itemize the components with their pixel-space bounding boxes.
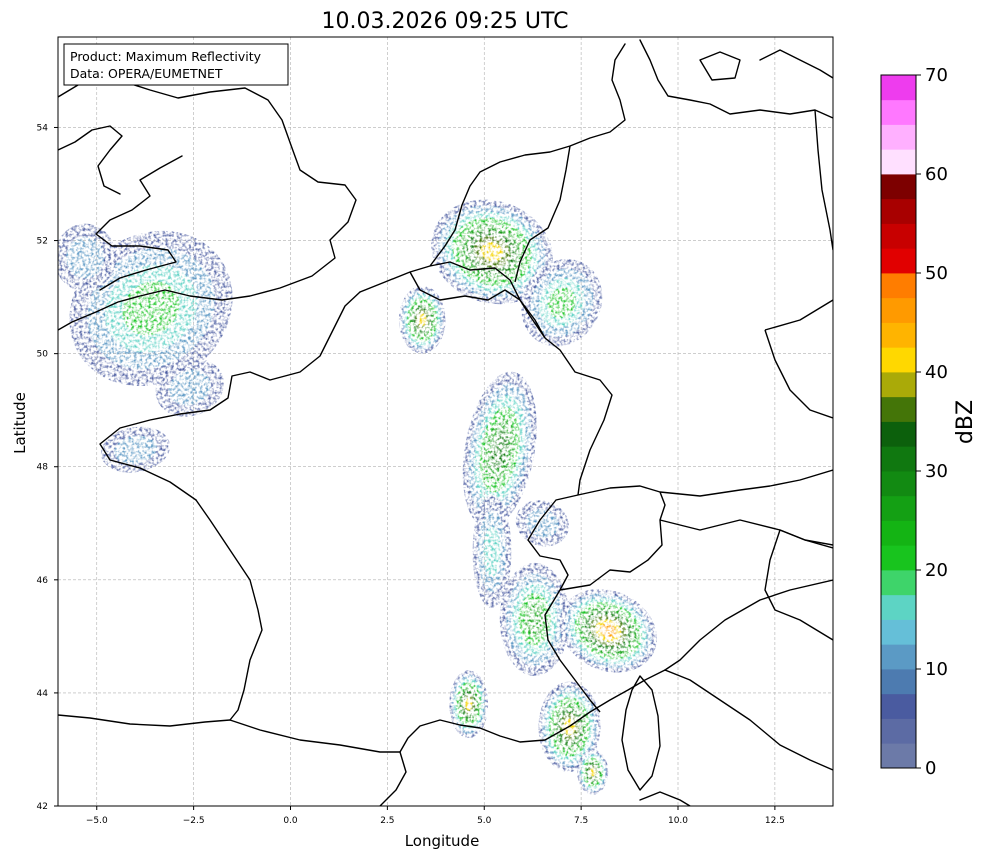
colorbar-segment-15 xyxy=(881,372,916,398)
precip-region-corsica-west xyxy=(577,749,609,795)
x-tick-label-5: 7.5 xyxy=(574,816,588,826)
y-tick-label-5: 52 xyxy=(37,237,48,247)
colorbar-segment-18 xyxy=(881,297,916,323)
x-tick-label-3: 2.5 xyxy=(380,816,394,826)
y-tick-label-3: 48 xyxy=(37,463,49,473)
x-axis-ticks: −5.0 −2.5 0.0 2.5 5.0 7.5 10.0 12.5 xyxy=(86,806,785,826)
colorbar-segment-19 xyxy=(881,273,916,299)
colorbar-label: dBZ xyxy=(953,400,978,444)
map-plot-area: −5.0 −2.5 0.0 2.5 5.0 7.5 10.0 12.5 42 44 46 48 50 5… xyxy=(37,36,834,826)
x-tick-label-7: 12.5 xyxy=(765,816,785,826)
colorbar-segment-7 xyxy=(881,570,916,596)
colorbar-tick-label-1: 10 xyxy=(925,659,948,680)
colorbar-segment-25 xyxy=(881,124,916,150)
y-tick-label-0: 42 xyxy=(37,802,48,812)
y-tick-label-4: 50 xyxy=(37,350,49,360)
x-tick-label-1: −2.5 xyxy=(183,816,205,826)
colorbar-segment-8 xyxy=(881,545,916,571)
colorbar-segment-20 xyxy=(881,248,916,274)
radar-figure: 10.03.2026 09:25 UTC −5.0 −2.5 0.0 2.5 5… xyxy=(0,0,985,860)
x-tick-label-6: 10.0 xyxy=(668,816,688,826)
colorbar-segment-17 xyxy=(881,322,916,348)
precip-contour-alps-lyon-25 xyxy=(524,603,545,636)
colorbar-segment-4 xyxy=(881,644,916,670)
x-axis-label: Longitude xyxy=(405,832,480,850)
colorbar-segment-3 xyxy=(881,669,916,695)
precip-region-lille xyxy=(398,285,446,354)
precip-region-cevennes xyxy=(449,670,489,739)
colorbar-segment-27 xyxy=(881,75,916,101)
colorbar-segment-21 xyxy=(881,223,916,249)
colorbar-segment-23 xyxy=(881,174,916,200)
colorbar-segment-14 xyxy=(881,396,916,422)
y-axis-label: Latitude xyxy=(11,392,29,454)
x-tick-label-2: 0.0 xyxy=(283,816,298,826)
colorbar-segment-5 xyxy=(881,619,916,645)
colorbar-tick-label-2: 20 xyxy=(925,560,948,581)
figure-title: 10.03.2026 09:25 UTC xyxy=(322,9,569,34)
colorbar: 0 10 20 30 40 50 60 70 dBZ xyxy=(880,65,978,779)
precip-contour-wales-west-10 xyxy=(66,236,105,279)
colorbar-tick-label-5: 50 xyxy=(925,263,948,284)
y-axis-ticks: 42 44 46 48 50 52 54 xyxy=(37,123,58,812)
precip-contour-corsica-west-40 xyxy=(589,767,596,777)
y-tick-label-1: 44 xyxy=(37,689,49,699)
colorbar-segment-9 xyxy=(881,520,916,546)
colorbar-segment-24 xyxy=(881,149,916,175)
colorbar-segment-16 xyxy=(881,347,916,373)
colorbar-segment-11 xyxy=(881,471,916,497)
colorbar-tick-label-3: 30 xyxy=(925,461,948,482)
colorbar-tick-label-0: 0 xyxy=(925,758,936,779)
map-background xyxy=(58,37,833,806)
radar-map-svg: 10.03.2026 09:25 UTC −5.0 −2.5 0.0 2.5 5… xyxy=(11,9,978,850)
colorbar-segment-6 xyxy=(881,594,916,620)
colorbar-segment-12 xyxy=(881,446,916,472)
precip-contour-burgundy-15 xyxy=(483,526,501,577)
colorbar-tick-label-7: 70 xyxy=(925,65,948,86)
info-box: Product: Maximum Reflectivity Data: OPER… xyxy=(63,43,289,86)
precip-contour-cevennes-40 xyxy=(465,697,473,711)
precip-region-wales-west xyxy=(58,223,117,292)
y-tick-label-6: 54 xyxy=(37,123,49,133)
colorbar-segment-2 xyxy=(881,693,916,719)
colorbar-segments xyxy=(881,75,916,769)
colorbar-segment-22 xyxy=(881,198,916,224)
precip-contour-lille-40 xyxy=(417,313,427,327)
colorbar-tick-label-4: 40 xyxy=(925,362,948,383)
x-tick-label-0: −5.0 xyxy=(86,816,108,826)
colorbar-segment-13 xyxy=(881,421,916,447)
colorbar-segment-0 xyxy=(881,743,916,769)
colorbar-segment-10 xyxy=(881,495,916,521)
colorbar-segment-1 xyxy=(881,718,916,744)
y-tick-label-2: 46 xyxy=(37,576,49,586)
x-tick-label-4: 5.0 xyxy=(477,816,492,826)
colorbar-segment-26 xyxy=(881,99,916,125)
colorbar-ticks: 0 10 20 30 40 50 60 70 xyxy=(916,65,948,779)
colorbar-tick-label-6: 60 xyxy=(925,164,948,185)
info-product: Product: Maximum Reflectivity xyxy=(70,49,262,64)
info-source: Data: OPERA/EUMETNET xyxy=(70,66,223,81)
